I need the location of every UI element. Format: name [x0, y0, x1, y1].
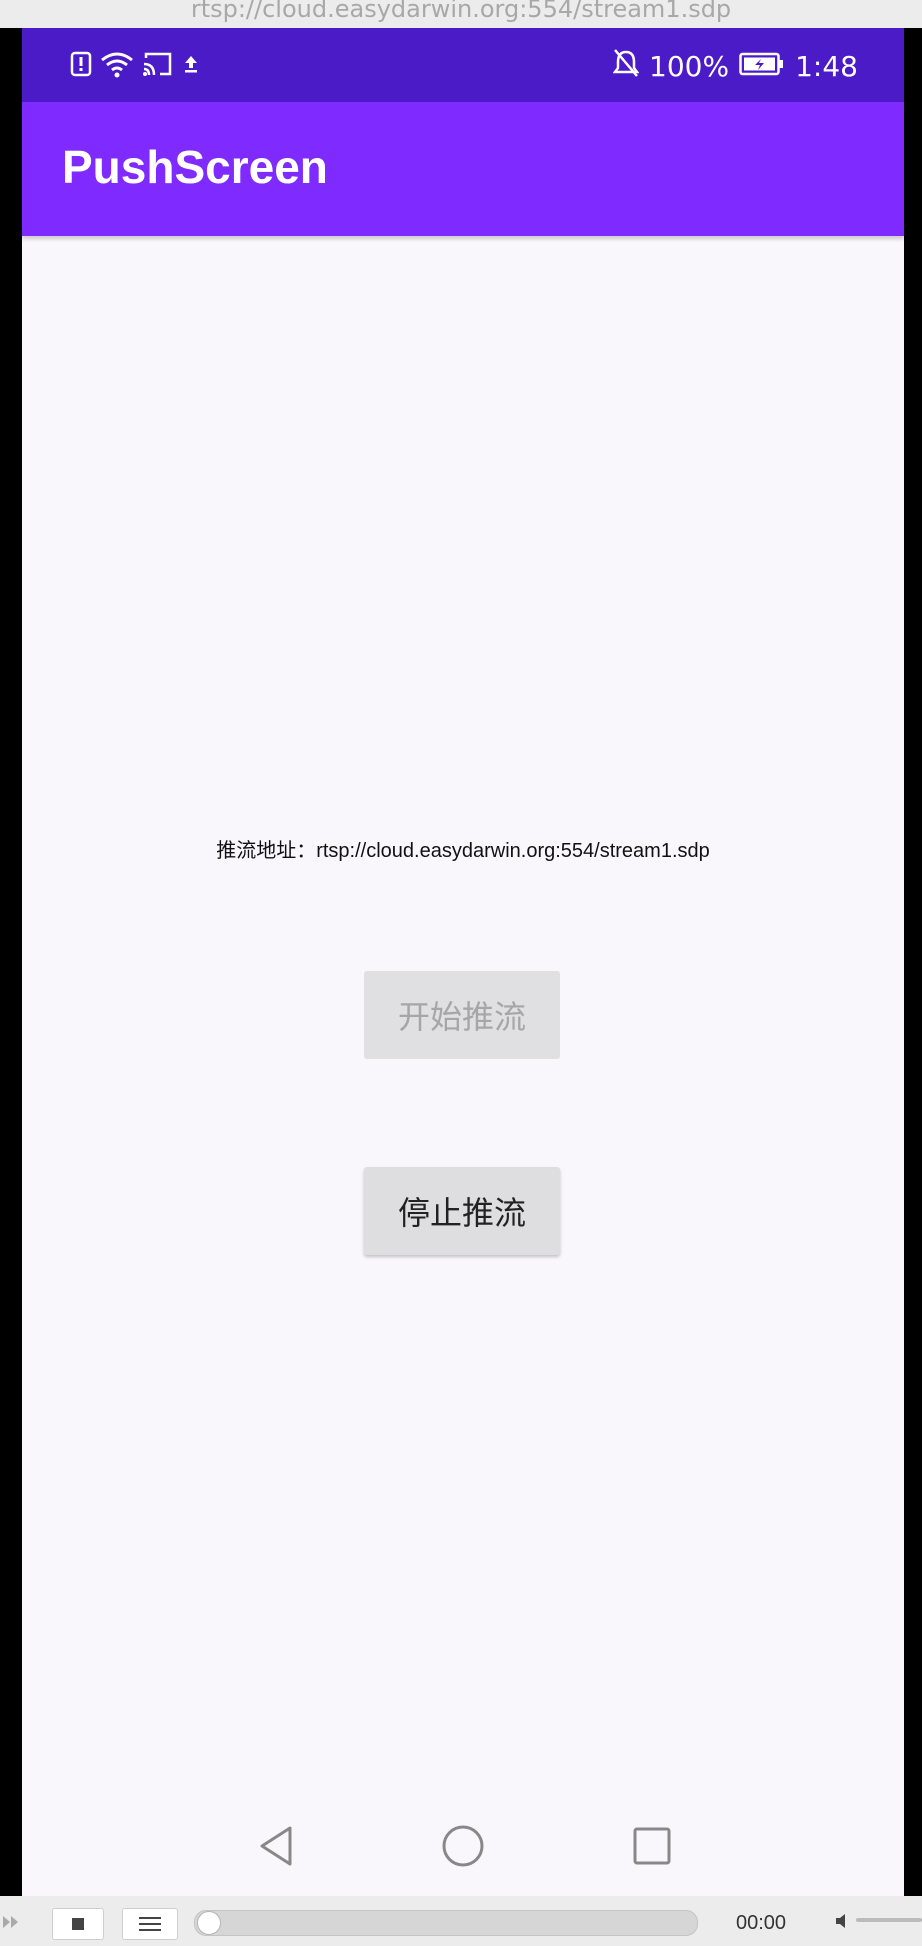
volume-icon[interactable] [832, 1910, 854, 1932]
status-bar: 100% 1:48 [22, 28, 904, 102]
alert-icon [70, 51, 92, 81]
playback-time: 00:00 [736, 1912, 787, 1934]
playlist-icon[interactable] [122, 1908, 178, 1940]
stream-address-label: 推流地址：rtsp://cloud.easydarwin.org:554/str… [216, 840, 710, 862]
app-title: PushScreen [62, 141, 328, 193]
back-icon[interactable] [254, 1824, 298, 1868]
stop-stream-button[interactable]: 停止推流 [364, 1167, 560, 1255]
navigation-bar [22, 1796, 904, 1896]
wifi-icon [100, 50, 134, 82]
phone-screen: 100% 1:48 PushScreen 推流地址：rtsp://cloud.e… [22, 28, 904, 1896]
app-bar: PushScreen [22, 102, 904, 236]
recents-icon[interactable] [630, 1824, 674, 1868]
seek-bar[interactable] [194, 1910, 698, 1936]
start-stream-button[interactable]: 开始推流 [364, 971, 560, 1059]
upload-icon [182, 53, 200, 79]
volume-slider[interactable] [856, 1918, 922, 1922]
battery-percentage: 100% [649, 50, 730, 83]
window-title: rtsp://cloud.easydarwin.org:554/stream1.… [0, 0, 922, 28]
stop-icon[interactable] [52, 1908, 104, 1940]
seek-handle[interactable] [197, 1911, 221, 1935]
player-controls: 00:00 [0, 1896, 922, 1946]
fast-forward-icon[interactable] [0, 1908, 34, 1936]
clock: 1:48 [795, 50, 858, 83]
home-icon[interactable] [441, 1824, 485, 1868]
battery-charging-icon [739, 50, 785, 83]
notifications-off-icon [612, 48, 640, 85]
cast-icon [142, 50, 174, 82]
